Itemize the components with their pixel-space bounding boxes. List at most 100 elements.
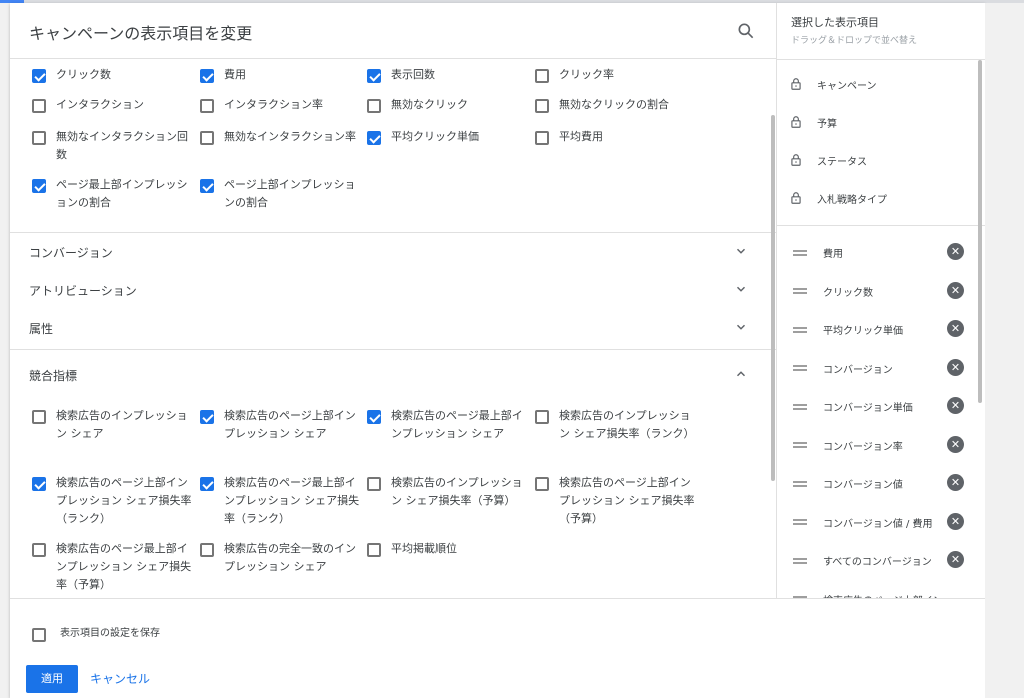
checkbox[interactable] xyxy=(200,410,214,424)
checkbox[interactable] xyxy=(200,131,214,145)
save-settings-checkbox[interactable]: 表示項目の設定を保存 xyxy=(32,625,160,643)
selected-column-item[interactable]: 費用 xyxy=(789,245,843,260)
lock-icon xyxy=(789,190,803,206)
remove-column-icon[interactable]: ✕ xyxy=(947,358,964,376)
metric-checkbox-item[interactable]: インタラクション xyxy=(32,98,198,114)
drag-handle-icon[interactable] xyxy=(793,557,807,564)
checkbox[interactable] xyxy=(32,477,46,491)
remove-column-icon[interactable]: ✕ xyxy=(947,474,964,491)
checkbox[interactable] xyxy=(32,410,46,424)
metric-checkbox-item[interactable]: 検索広告のインプレッション シェア損失率（予算） xyxy=(367,476,533,510)
section-conversions[interactable]: コンバージョン xyxy=(29,244,113,261)
metric-checkbox-item[interactable]: 平均掲載順位 xyxy=(367,542,533,558)
checkbox[interactable] xyxy=(367,477,381,491)
chevron-down-icon[interactable] xyxy=(734,244,748,258)
metric-checkbox-item[interactable]: 検索広告のページ最上部インプレッション シェア損失率（予算） xyxy=(32,542,198,594)
column-label: コンバージョン xyxy=(823,364,893,376)
drag-handle-icon[interactable] xyxy=(793,519,807,525)
drag-handle-icon[interactable] xyxy=(793,326,807,333)
checkbox[interactable] xyxy=(200,543,214,557)
remove-column-icon[interactable]: ✕ xyxy=(947,435,964,453)
checkbox[interactable] xyxy=(32,99,46,113)
checkbox[interactable] xyxy=(367,131,381,145)
divider xyxy=(777,59,985,60)
metric-checkbox-item[interactable]: 無効なインタラクション回数 xyxy=(32,130,198,164)
checkbox[interactable] xyxy=(535,477,549,491)
metric-checkbox-item[interactable]: 無効なインタラクション率 xyxy=(200,130,366,146)
cancel-button[interactable]: キャンセル xyxy=(90,665,150,693)
metric-label: 検索広告のインプレッション シェア損失率（予算） xyxy=(391,476,523,507)
section-competitive[interactable]: 競合指標 xyxy=(29,367,77,384)
chevron-up-icon[interactable] xyxy=(734,367,748,381)
metric-label: 平均クリック単価 xyxy=(391,130,479,143)
selected-column-item[interactable]: コンバージョン単価 xyxy=(789,399,913,414)
selected-column-item[interactable]: コンバージョン値 xyxy=(789,476,903,491)
remove-column-icon[interactable]: ✕ xyxy=(947,243,964,260)
metric-checkbox-item[interactable]: クリック率 xyxy=(535,68,701,84)
remove-column-icon[interactable]: ✕ xyxy=(947,551,964,568)
metric-checkbox-item[interactable]: 検索広告のインプレッション シェア損失率（ランク） xyxy=(535,409,701,443)
metric-checkbox-item[interactable]: 検索広告のページ最上部インプレッション シェア xyxy=(367,409,533,443)
checkbox[interactable] xyxy=(367,543,381,557)
metric-checkbox-item[interactable]: 無効なクリック xyxy=(367,98,533,114)
selected-column-item[interactable]: コンバージョン率 xyxy=(789,438,903,453)
drag-handle-icon[interactable] xyxy=(793,249,807,256)
scrollbar[interactable] xyxy=(771,115,775,481)
divider xyxy=(777,225,985,226)
locked-column-item: 予算 xyxy=(789,114,837,130)
checkbox[interactable] xyxy=(367,99,381,113)
metric-checkbox-item[interactable]: 検索広告のページ上部インプレッション シェア損失率（予算） xyxy=(535,476,701,528)
metric-checkbox-item[interactable]: ページ最上部インプレッションの割合 xyxy=(32,178,198,212)
metric-checkbox-item[interactable]: 検索広告の完全一致のインプレッション シェア xyxy=(200,542,366,576)
selected-column-item[interactable]: コンバージョン値 / 費用 xyxy=(789,515,933,530)
remove-column-icon[interactable]: ✕ xyxy=(947,281,964,299)
checkbox[interactable] xyxy=(32,627,46,642)
selected-column-item[interactable]: 平均クリック単価 xyxy=(789,322,903,337)
metric-checkbox-item[interactable]: ページ上部インプレッションの割合 xyxy=(200,178,366,212)
metric-checkbox-item[interactable]: インタラクション率 xyxy=(200,98,366,114)
checkbox[interactable] xyxy=(535,69,549,83)
checkbox[interactable] xyxy=(32,543,46,557)
selected-column-item[interactable]: コンバージョン xyxy=(789,361,893,376)
chevron-down-icon[interactable] xyxy=(734,320,748,334)
metric-checkbox-item[interactable]: 検索広告のページ上部インプレッション シェア損失率（ランク） xyxy=(32,476,198,528)
drag-handle-icon[interactable] xyxy=(793,442,807,448)
remove-column-icon[interactable]: ✕ xyxy=(947,320,964,337)
search-icon[interactable] xyxy=(736,21,756,41)
checkbox[interactable] xyxy=(32,131,46,145)
remove-column-icon[interactable]: ✕ xyxy=(947,512,964,530)
checkbox[interactable] xyxy=(535,99,549,113)
checkbox[interactable] xyxy=(367,69,381,83)
remove-column-icon[interactable]: ✕ xyxy=(947,397,964,414)
checkbox[interactable] xyxy=(200,69,214,83)
metric-checkbox-item[interactable]: 表示回数 xyxy=(367,68,533,84)
checkbox[interactable] xyxy=(32,69,46,83)
metric-checkbox-item[interactable]: 無効なクリックの割合 xyxy=(535,98,701,114)
checkbox[interactable] xyxy=(200,99,214,113)
drag-handle-icon[interactable] xyxy=(793,288,807,294)
scrollbar[interactable] xyxy=(978,60,982,403)
metric-checkbox-item[interactable]: 平均費用 xyxy=(535,130,701,146)
metric-checkbox-item[interactable]: 平均クリック単価 xyxy=(367,130,533,146)
metric-checkbox-item[interactable]: クリック数 xyxy=(32,68,198,84)
metric-label: 検索広告のページ上部インプレッション シェア損失率（予算） xyxy=(559,476,695,525)
drag-handle-icon[interactable] xyxy=(793,403,807,410)
section-attribution[interactable]: アトリビューション xyxy=(29,282,137,299)
selected-column-item[interactable]: すべてのコンバージョン xyxy=(789,553,932,568)
metric-checkbox-item[interactable]: 検索広告のインプレッション シェア xyxy=(32,409,198,443)
checkbox[interactable] xyxy=(535,410,549,424)
checkbox[interactable] xyxy=(200,179,214,193)
selected-column-item[interactable]: クリック数 xyxy=(789,284,873,299)
metric-checkbox-item[interactable]: 費用 xyxy=(200,68,366,84)
checkbox[interactable] xyxy=(32,179,46,193)
chevron-down-icon[interactable] xyxy=(734,282,748,296)
checkbox[interactable] xyxy=(367,410,381,424)
apply-button[interactable]: 適用 xyxy=(26,665,78,693)
drag-handle-icon[interactable] xyxy=(793,365,807,371)
checkbox[interactable] xyxy=(535,131,549,145)
checkbox[interactable] xyxy=(200,477,214,491)
metric-checkbox-item[interactable]: 検索広告のページ上部インプレッション シェア xyxy=(200,409,366,443)
section-attributes[interactable]: 属性 xyxy=(29,320,53,337)
metric-checkbox-item[interactable]: 検索広告のページ最上部インプレッション シェア損失率（ランク） xyxy=(200,476,366,528)
drag-handle-icon[interactable] xyxy=(793,480,807,487)
